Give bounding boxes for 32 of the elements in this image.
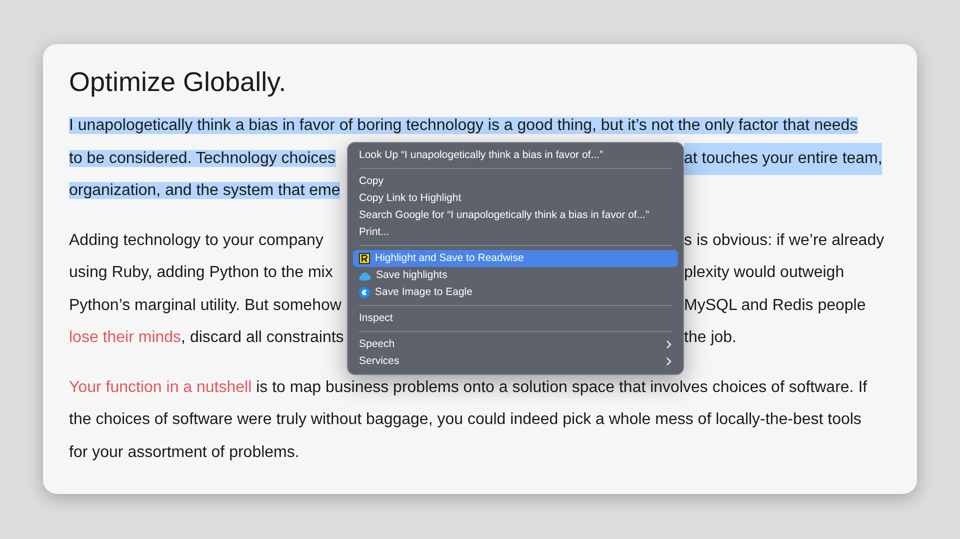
paragraph-text: MySQL and Redis people xyxy=(684,296,866,316)
paragraph-text: the choices of software were truly without baggage, you could indeed pick a whole mess of locally-the-best tools xyxy=(69,411,862,428)
menu-item[interactable]: Services xyxy=(353,353,678,370)
paragraph-text: s is obvious: if we’re already xyxy=(684,230,884,250)
eagle-icon xyxy=(359,287,370,298)
menu-item[interactable]: Save Image to Eagle xyxy=(353,284,678,301)
paragraph-text: the job. xyxy=(684,328,736,348)
menu-item[interactable]: Save highlights xyxy=(353,267,678,284)
paragraph-text: Python’s marginal utility. But somehow xyxy=(69,296,342,314)
paragraph-text: , discard all constraints xyxy=(181,329,344,346)
paragraph-text: Adding technology to your company xyxy=(69,232,324,248)
menu-item[interactable]: Speech xyxy=(353,336,678,353)
menu-item[interactable]: Copy Link to Highlight xyxy=(353,190,678,207)
menu-item[interactable]: Search Google for “I unapologetically think a bias in favor of...” xyxy=(353,207,678,224)
paragraph-text: to be considered. Technology choices xyxy=(69,150,336,166)
menu-item[interactable]: Copy xyxy=(353,173,678,190)
article-link[interactable]: Your function in a nutshell xyxy=(69,378,252,396)
menu-item[interactable]: Inspect xyxy=(353,310,678,327)
r-logo-icon xyxy=(359,253,370,264)
paragraph-text: for your assortment of problems. xyxy=(69,444,300,460)
article-link[interactable]: lose their minds xyxy=(69,329,182,346)
menu-item[interactable]: Look Up “I unapologetically think a bias in favor of...” xyxy=(353,147,678,164)
paragraph-text: using Ruby, adding Python to the mix xyxy=(69,264,333,281)
paragraph-text: I unapologetically think a bias in favor of boring technology is a good thing, but it’s not the only factor that needs xyxy=(69,117,858,134)
article-title: Optimize Globally. xyxy=(69,66,286,98)
menu-item[interactable]: Print... xyxy=(353,224,678,241)
paragraph-text: is to map business problems onto a solution space that involves choices of software. If xyxy=(255,378,868,396)
paragraph-text: organization, and the system that eme xyxy=(69,182,340,199)
paragraph-text: plexity would outweigh xyxy=(684,263,844,283)
paragraph-text: at touches your entire team, xyxy=(684,142,882,175)
cloud-icon xyxy=(359,270,371,280)
menu-item[interactable]: Highlight and Save to Readwise xyxy=(353,250,678,267)
